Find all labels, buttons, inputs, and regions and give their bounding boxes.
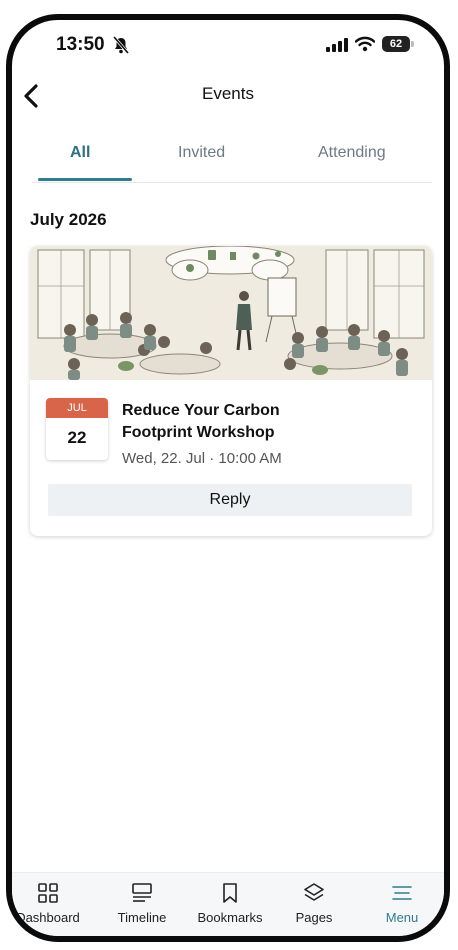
bookmark-icon bbox=[223, 883, 237, 903]
page-title: Events bbox=[202, 84, 254, 103]
nav-pages-label: Pages bbox=[295, 910, 333, 925]
event-card[interactable]: JUL 22 Reduce Your Carbon Footprint Work… bbox=[30, 246, 432, 536]
tab-attending[interactable]: Attending bbox=[318, 144, 386, 162]
layers-icon bbox=[304, 883, 324, 901]
nav-timeline[interactable]: Timeline bbox=[100, 881, 184, 925]
battery-indicator: 62 bbox=[382, 36, 414, 52]
signal-icon bbox=[326, 38, 348, 52]
phone-frame: 13:50 62 Events All Invited Attending Ju… bbox=[6, 14, 450, 942]
event-datetime: Wed, 22. Jul · 10:00 AM bbox=[122, 450, 282, 467]
nav-bookmarks-label: Bookmarks bbox=[197, 910, 263, 925]
month-heading: July 2026 bbox=[30, 210, 107, 229]
event-date-day: 22 bbox=[67, 428, 87, 447]
nav-dashboard[interactable]: Dashboard bbox=[12, 881, 90, 925]
dashboard-icon bbox=[38, 883, 58, 903]
timeline-icon bbox=[132, 883, 152, 902]
status-time: 13:50 bbox=[56, 34, 105, 55]
reply-button[interactable]: Reply bbox=[48, 484, 412, 516]
wifi-icon bbox=[355, 36, 375, 52]
event-cover-image bbox=[30, 246, 432, 380]
nav-dashboard-label: Dashboard bbox=[16, 910, 80, 925]
event-title[interactable]: Reduce Your Carbon Footprint Workshop bbox=[122, 400, 302, 444]
tab-invited[interactable]: Invited bbox=[178, 144, 225, 162]
menu-icon bbox=[392, 886, 412, 900]
event-date-month: JUL bbox=[46, 398, 108, 418]
nav-menu[interactable]: Menu bbox=[360, 881, 444, 925]
nav-bar: Events bbox=[12, 78, 444, 112]
nav-bookmarks[interactable]: Bookmarks bbox=[188, 881, 272, 925]
tab-bar: All Invited Attending bbox=[32, 134, 432, 183]
event-date-badge: JUL 22 bbox=[46, 398, 108, 460]
status-bar: 13:50 62 bbox=[12, 20, 444, 72]
nav-pages[interactable]: Pages bbox=[272, 881, 356, 925]
nav-menu-label: Menu bbox=[385, 910, 419, 925]
nav-timeline-label: Timeline bbox=[117, 910, 167, 925]
active-tab-indicator bbox=[38, 178, 132, 181]
tab-all[interactable]: All bbox=[70, 144, 90, 162]
bell-slash-icon bbox=[113, 36, 129, 54]
bottom-nav: Dashboard Timeline Bookmarks Pages Menu bbox=[12, 872, 444, 936]
